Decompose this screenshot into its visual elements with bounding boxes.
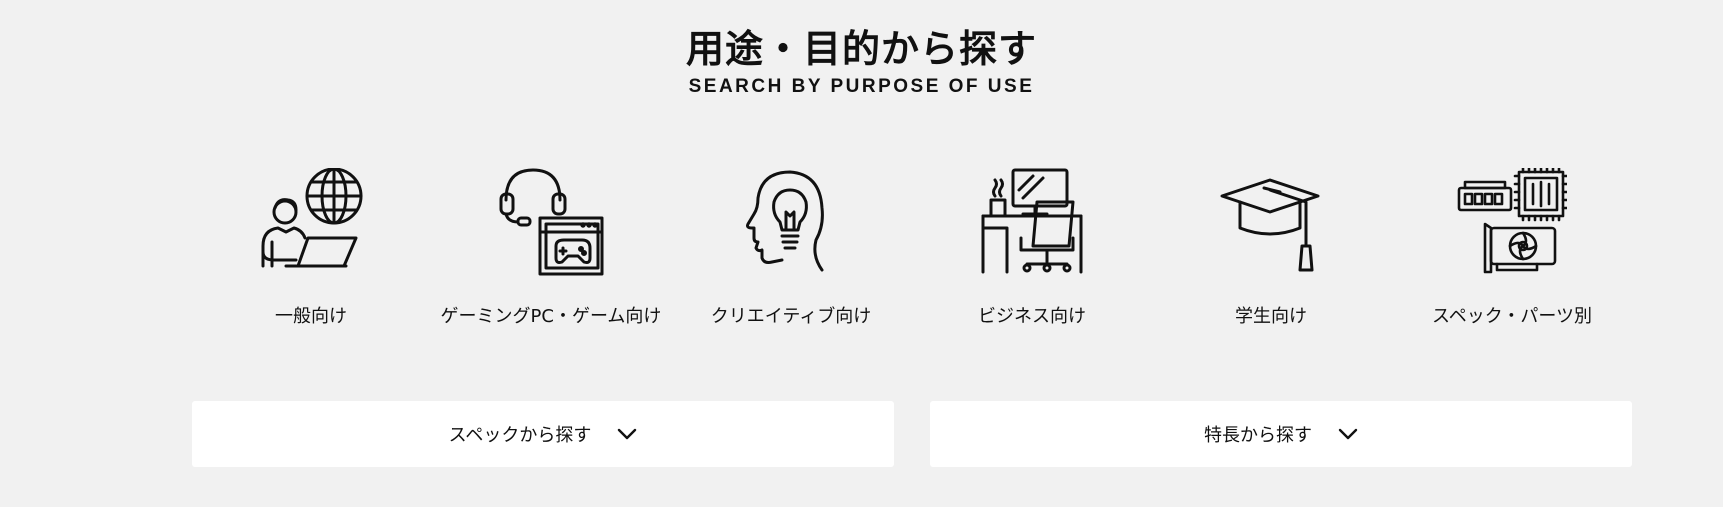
- section-title: 用途・目的から探す: [685, 27, 1037, 71]
- category-label: スペック・パーツ別: [1431, 306, 1593, 327]
- headset-gamepad-icon: [499, 168, 604, 276]
- search-by-spec-button[interactable]: スペックから探す: [192, 401, 894, 467]
- chevron-down-icon: [617, 424, 637, 445]
- section-subtitle: SEARCH BY PURPOSE OF USE: [688, 76, 1035, 97]
- category-label: ビジネス向け: [978, 306, 1086, 327]
- search-by-feature-button[interactable]: 特長から探す: [930, 401, 1632, 467]
- category-gaming[interactable]: ゲーミングPC・ゲーム向け: [421, 168, 681, 328]
- category-label: 学生向け: [1235, 306, 1307, 327]
- chevron-down-icon: [1338, 424, 1358, 445]
- search-by-spec-label: スペックから探す: [448, 425, 592, 446]
- category-label: ゲーミングPC・ゲーム向け: [440, 306, 662, 327]
- graduation-cap-icon: [1220, 178, 1320, 272]
- category-business[interactable]: ビジネス向け: [902, 168, 1162, 328]
- category-general[interactable]: 一般向け: [181, 168, 441, 328]
- head-lightbulb-icon: [746, 170, 824, 272]
- category-label: 一般向け: [275, 306, 347, 327]
- category-label: クリエイティブ向け: [710, 306, 872, 327]
- search-by-feature-label: 特長から探す: [1204, 425, 1312, 446]
- person-laptop-globe-icon: [261, 168, 363, 268]
- category-creative[interactable]: クリエイティブ向け: [661, 168, 921, 328]
- pc-parts-icon: [1457, 168, 1567, 274]
- category-student[interactable]: 学生向け: [1141, 168, 1401, 328]
- office-desk-chair-icon: [981, 168, 1083, 274]
- category-parts[interactable]: スペック・パーツ別: [1382, 168, 1642, 328]
